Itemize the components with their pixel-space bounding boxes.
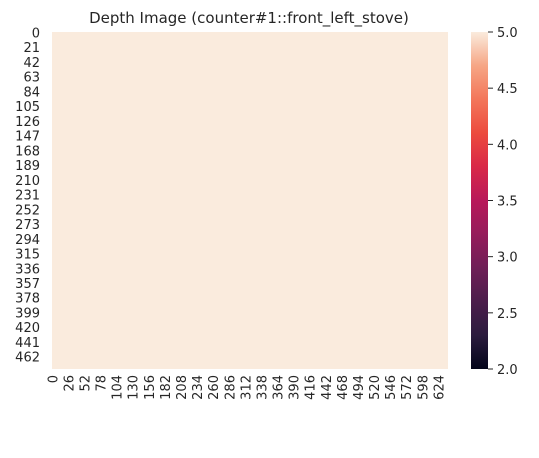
y-tick-label: 399 <box>15 306 40 321</box>
colorbar-ticks: 2.0 2.5 3.0 3.5 4.0 4.5 5.0 <box>488 26 518 378</box>
y-tick-label: 315 <box>15 248 40 263</box>
x-tick-label: 546 <box>384 375 399 400</box>
x-tick-label: 0 <box>46 375 61 383</box>
y-tick-label: 168 <box>15 144 40 159</box>
y-tick-label: 42 <box>23 56 40 71</box>
y-tick-label: 189 <box>15 159 40 174</box>
colorbar-tick-label: 2.0 <box>497 363 518 378</box>
y-tick-label: 21 <box>23 41 40 56</box>
y-tick-label: 231 <box>15 189 40 204</box>
y-tick-label: 378 <box>15 292 40 307</box>
x-tick-label: 260 <box>207 375 222 400</box>
y-tick-label: 357 <box>15 277 40 292</box>
x-tick-label: 494 <box>352 375 367 400</box>
x-tick-label: 78 <box>95 375 110 392</box>
x-tick-label: 104 <box>111 375 126 400</box>
chart-title: Depth Image (counter#1::front_left_stove… <box>89 9 409 28</box>
x-tick-label: 338 <box>255 375 270 400</box>
x-tick-label: 520 <box>368 375 383 400</box>
colorbar-tick-label: 2.5 <box>497 307 518 322</box>
x-tick-label: 234 <box>191 375 206 400</box>
y-tick-label: 252 <box>15 203 40 218</box>
figure: Depth Image (counter#1::front_left_stove… <box>0 0 539 454</box>
colorbar-tick-label: 4.5 <box>497 82 518 97</box>
x-tick-label: 26 <box>62 375 77 392</box>
colorbar-tick-label: 5.0 <box>497 26 518 41</box>
y-tick-label: 0 <box>32 26 40 41</box>
heatmap-area <box>52 32 448 369</box>
x-tick-label: 52 <box>78 375 93 392</box>
heatmap-chart: Depth Image (counter#1::front_left_stove… <box>15 9 518 400</box>
x-tick-label: 156 <box>143 375 158 400</box>
y-tick-label: 105 <box>15 100 40 115</box>
y-axis-ticks: 0214263841051261471681892102312522732943… <box>15 26 40 365</box>
x-axis-ticks: 0 26 52 78 104 130 156 182 208 234 260 286 312 338 364… <box>46 375 447 400</box>
x-tick-label: 624 <box>432 375 447 400</box>
colorbar-tick-label: 3.5 <box>497 195 518 210</box>
y-tick-label: 273 <box>15 218 40 233</box>
y-tick-label: 294 <box>15 233 40 248</box>
x-tick-label: 312 <box>239 375 254 400</box>
y-tick-label: 63 <box>23 71 40 86</box>
y-tick-label: 420 <box>15 321 40 336</box>
y-tick-label: 126 <box>15 115 40 130</box>
y-tick-label: 147 <box>15 130 40 145</box>
y-tick-label: 210 <box>15 174 40 189</box>
x-tick-label: 572 <box>400 375 415 400</box>
y-tick-label: 336 <box>15 262 40 277</box>
colorbar <box>471 32 488 369</box>
x-tick-label: 468 <box>336 375 351 400</box>
y-tick-label: 84 <box>23 85 40 100</box>
y-tick-label: 441 <box>15 336 40 351</box>
colorbar-tick-label: 3.0 <box>497 251 518 266</box>
y-tick-label: 462 <box>15 351 40 366</box>
x-tick-label: 130 <box>127 375 142 400</box>
x-tick-label: 416 <box>304 375 319 400</box>
x-tick-label: 390 <box>288 375 303 400</box>
x-tick-label: 286 <box>223 375 238 400</box>
x-tick-label: 208 <box>175 375 190 400</box>
x-tick-label: 598 <box>416 375 431 400</box>
x-tick-label: 182 <box>159 375 174 400</box>
x-tick-label: 442 <box>320 375 335 400</box>
colorbar-tick-label: 4.0 <box>497 138 518 153</box>
x-tick-label: 364 <box>272 375 287 400</box>
